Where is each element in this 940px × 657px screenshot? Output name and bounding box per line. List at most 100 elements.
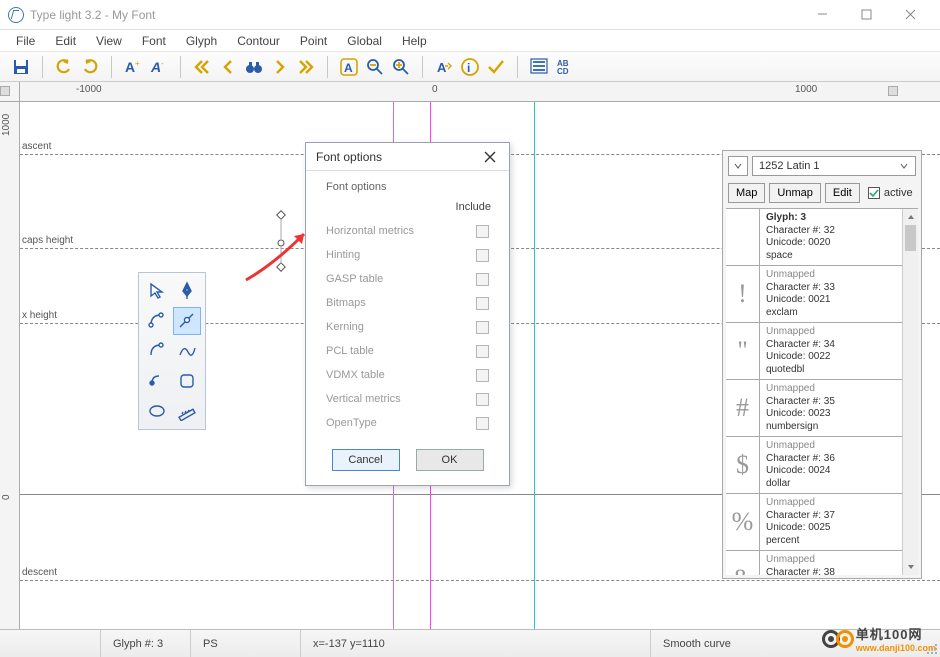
node-markers bbox=[268, 208, 298, 278]
include-header: Include bbox=[320, 201, 495, 213]
glyph-symbol: ! bbox=[726, 266, 760, 322]
menu-view[interactable]: View bbox=[86, 32, 132, 50]
pointer-tool-icon[interactable] bbox=[143, 277, 171, 305]
undo-icon[interactable] bbox=[52, 55, 76, 79]
canvas[interactable]: ascent caps height x height descent Font… bbox=[20, 102, 940, 629]
svg-text:+: + bbox=[135, 59, 140, 68]
active-checkbox[interactable] bbox=[868, 187, 880, 199]
include-checkbox[interactable] bbox=[476, 297, 489, 310]
glyph-list-item[interactable]: #UnmappedCharacter #: 35Unicode: 0023num… bbox=[726, 380, 902, 437]
menu-file[interactable]: File bbox=[6, 32, 45, 50]
abcd-icon[interactable]: ABCD bbox=[553, 55, 577, 79]
zoom-out-icon[interactable] bbox=[363, 55, 387, 79]
glyph-list-item[interactable]: "UnmappedCharacter #: 34Unicode: 0022quo… bbox=[726, 323, 902, 380]
menu-contour[interactable]: Contour bbox=[227, 32, 290, 50]
a-arrows-icon[interactable]: A bbox=[432, 55, 456, 79]
save-icon[interactable] bbox=[9, 55, 33, 79]
option-row: PCL table bbox=[320, 339, 495, 363]
scroll-up-icon[interactable] bbox=[903, 209, 918, 225]
glyph-scrollbar[interactable] bbox=[902, 209, 918, 575]
corner-tool-icon[interactable] bbox=[143, 307, 171, 335]
zoom-in-icon[interactable] bbox=[389, 55, 413, 79]
resize-grip[interactable] bbox=[926, 643, 938, 655]
increase-a-icon[interactable]: A+ bbox=[121, 55, 145, 79]
measure-tool-icon[interactable] bbox=[173, 397, 201, 425]
last-icon[interactable] bbox=[294, 55, 318, 79]
maximize-button[interactable] bbox=[844, 1, 888, 29]
app-icon bbox=[8, 7, 24, 23]
main-toolbar: A+ A- A A i ABCD bbox=[0, 52, 940, 82]
include-checkbox[interactable] bbox=[476, 393, 489, 406]
check-icon[interactable] bbox=[484, 55, 508, 79]
scroll-thumb[interactable] bbox=[905, 225, 916, 251]
status-coords: x=-137 y=1110 bbox=[300, 630, 650, 657]
glyph-list[interactable]: Glyph: 3Character #: 32Unicode: 0020spac… bbox=[726, 208, 918, 575]
menu-help[interactable]: Help bbox=[392, 32, 437, 50]
info-icon[interactable]: i bbox=[458, 55, 482, 79]
contour-close-tool-icon[interactable] bbox=[143, 367, 171, 395]
include-checkbox[interactable] bbox=[476, 273, 489, 286]
title-bar: Type light 3.2 - My Font bbox=[0, 0, 940, 30]
svg-text:i: i bbox=[467, 61, 470, 75]
redo-icon[interactable] bbox=[78, 55, 102, 79]
minimize-button[interactable] bbox=[800, 1, 844, 29]
dialog-title-bar[interactable]: Font options bbox=[306, 143, 509, 171]
menu-font[interactable]: Font bbox=[132, 32, 176, 50]
rectangle-tool-icon[interactable] bbox=[173, 367, 201, 395]
tangent-tool-icon[interactable] bbox=[173, 307, 201, 335]
ruler-handle[interactable] bbox=[888, 86, 898, 96]
next-icon[interactable] bbox=[268, 55, 292, 79]
menu-edit[interactable]: Edit bbox=[45, 32, 86, 50]
freehand-tool-icon[interactable] bbox=[173, 337, 201, 365]
pen-tool-icon[interactable] bbox=[173, 277, 201, 305]
tool-palette[interactable] bbox=[138, 272, 206, 430]
include-checkbox[interactable] bbox=[476, 369, 489, 382]
menu-glyph[interactable]: Glyph bbox=[176, 32, 227, 50]
binoculars-icon[interactable] bbox=[242, 55, 266, 79]
map-button[interactable]: Map bbox=[728, 183, 765, 203]
include-checkbox[interactable] bbox=[476, 321, 489, 334]
ellipse-tool-icon[interactable] bbox=[143, 397, 171, 425]
glyph-list-item[interactable]: &UnmappedCharacter #: 38Unicode: 0026amp… bbox=[726, 551, 902, 575]
close-button[interactable] bbox=[888, 1, 932, 29]
curve-tool-icon[interactable] bbox=[143, 337, 171, 365]
glyph-list-item[interactable]: $UnmappedCharacter #: 36Unicode: 0024dol… bbox=[726, 437, 902, 494]
codepage-select[interactable]: 1252 Latin 1 bbox=[752, 156, 916, 176]
option-row: Hinting bbox=[320, 243, 495, 267]
glyph-list-item[interactable]: Glyph: 3Character #: 32Unicode: 0020spac… bbox=[726, 209, 902, 266]
unmap-button[interactable]: Unmap bbox=[769, 183, 820, 203]
decrease-a-icon[interactable]: A- bbox=[147, 55, 171, 79]
first-icon[interactable] bbox=[190, 55, 214, 79]
cancel-button[interactable]: Cancel bbox=[332, 449, 400, 471]
glyph-info: UnmappedCharacter #: 34Unicode: 0022quot… bbox=[760, 323, 902, 379]
include-checkbox[interactable] bbox=[476, 225, 489, 238]
include-checkbox[interactable] bbox=[476, 345, 489, 358]
codepage-prev-button[interactable] bbox=[728, 156, 748, 176]
ok-button[interactable]: OK bbox=[416, 449, 484, 471]
svg-text:A: A bbox=[437, 60, 447, 75]
menu-point[interactable]: Point bbox=[290, 32, 337, 50]
a-box-icon[interactable]: A bbox=[337, 55, 361, 79]
status-glyph: Glyph #: 3 bbox=[100, 630, 190, 657]
edit-button[interactable]: Edit bbox=[825, 183, 860, 203]
prev-icon[interactable] bbox=[216, 55, 240, 79]
option-row: OpenType bbox=[320, 411, 495, 435]
glyph-info: UnmappedCharacter #: 37Unicode: 0025perc… bbox=[760, 494, 902, 550]
scroll-down-icon[interactable] bbox=[903, 559, 918, 575]
list-icon[interactable] bbox=[527, 55, 551, 79]
menu-global[interactable]: Global bbox=[337, 32, 392, 50]
dialog-close-icon[interactable] bbox=[481, 148, 499, 166]
cyan-guide[interactable] bbox=[534, 102, 535, 629]
ruler-vertical[interactable]: 1000 0 bbox=[0, 102, 20, 629]
option-row: Bitmaps bbox=[320, 291, 495, 315]
ruler-handle[interactable] bbox=[0, 86, 10, 96]
section-label: Font options bbox=[320, 181, 495, 193]
glyph-list-item[interactable]: %UnmappedCharacter #: 37Unicode: 0025per… bbox=[726, 494, 902, 551]
glyph-list-item[interactable]: !UnmappedCharacter #: 33Unicode: 0021exc… bbox=[726, 266, 902, 323]
include-checkbox[interactable] bbox=[476, 249, 489, 262]
ruler-mark: 1000 bbox=[795, 84, 817, 95]
include-checkbox[interactable] bbox=[476, 417, 489, 430]
ruler-horizontal[interactable]: -1000 0 1000 bbox=[20, 82, 940, 102]
glyph-info: UnmappedCharacter #: 33Unicode: 0021excl… bbox=[760, 266, 902, 322]
guide-descent[interactable]: descent bbox=[20, 580, 940, 581]
